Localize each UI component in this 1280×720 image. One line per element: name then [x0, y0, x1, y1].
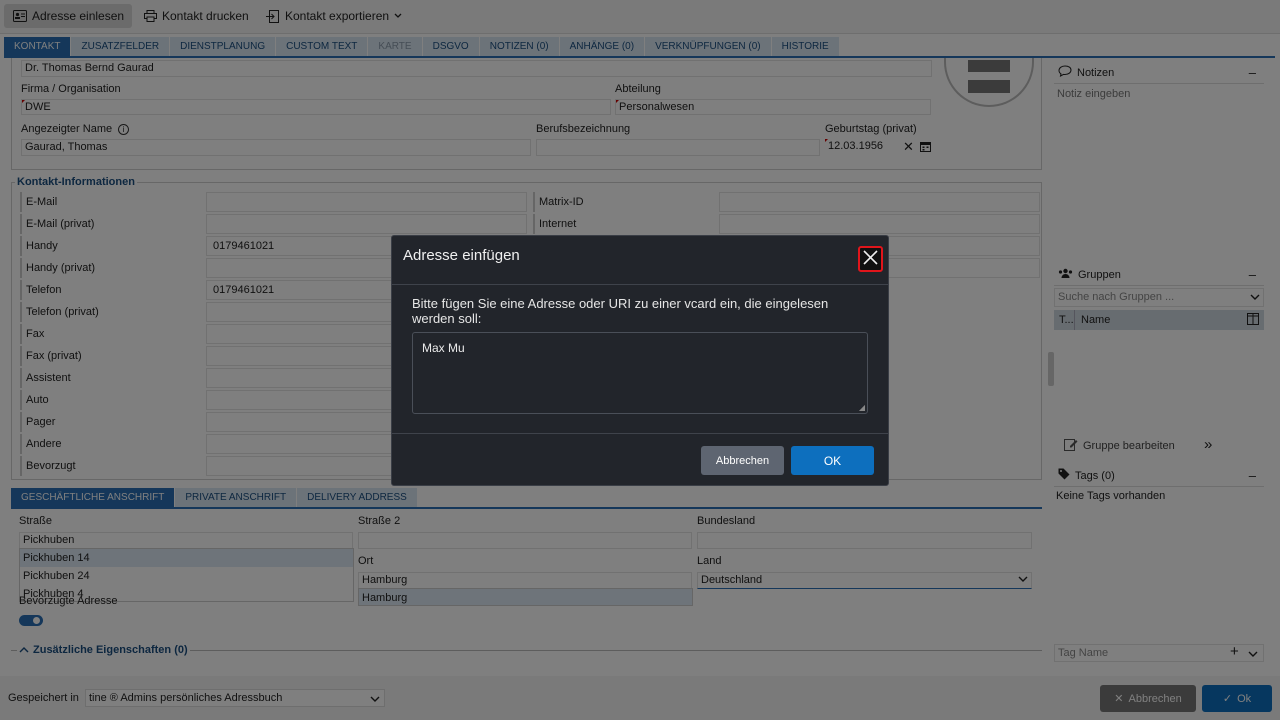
- paste-address-dialog: Adresse einfügen Bitte fügen Sie eine Ad…: [391, 235, 889, 486]
- address-textarea-value: Max Mu: [422, 341, 465, 355]
- dialog-ok-button[interactable]: OK: [791, 446, 874, 475]
- dialog-prompt: Bitte fügen Sie eine Adresse oder URI zu…: [412, 296, 829, 326]
- dialog-title: Adresse einfügen: [403, 247, 520, 264]
- dialog-close-button[interactable]: [858, 246, 883, 272]
- dialog-header-divider: [392, 284, 888, 285]
- resize-handle-icon[interactable]: ◢: [859, 403, 865, 412]
- dialog-footer-divider: [392, 433, 888, 434]
- close-icon: [863, 250, 878, 268]
- address-textarea[interactable]: Max Mu ◢: [412, 332, 868, 414]
- dialog-cancel-button[interactable]: Abbrechen: [701, 446, 784, 475]
